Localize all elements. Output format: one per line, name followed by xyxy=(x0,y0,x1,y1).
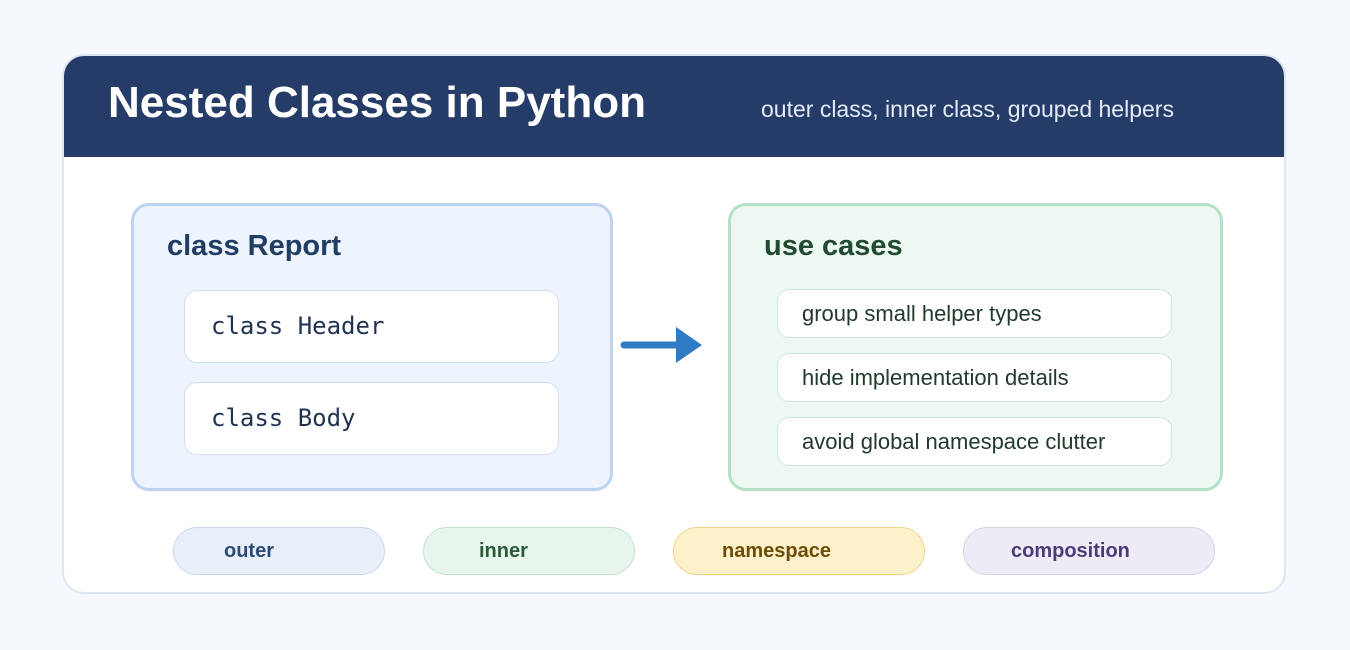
use-case-item: group small helper types xyxy=(777,289,1172,338)
use-cases-panel: use cases group small helper types hide … xyxy=(728,203,1223,491)
use-cases-title: use cases xyxy=(764,230,903,262)
page-title: Nested Classes in Python xyxy=(108,78,646,127)
tag-composition: composition xyxy=(963,527,1215,575)
header-banner: Nested Classes in Python outer class, in… xyxy=(64,56,1284,157)
page-subtitle: outer class, inner class, grouped helper… xyxy=(761,96,1174,122)
tag-outer: outer xyxy=(173,527,385,575)
outer-class-panel: class Report class Header class Body xyxy=(131,203,613,491)
tag-inner: inner xyxy=(423,527,635,575)
inner-class-header: class Header xyxy=(184,290,559,363)
outer-class-title: class Report xyxy=(167,230,342,262)
diagram-card: Nested Classes in Python outer class, in… xyxy=(62,54,1286,594)
inner-class-body: class Body xyxy=(184,382,559,455)
tag-namespace: namespace xyxy=(673,527,925,575)
use-case-item: avoid global namespace clutter xyxy=(777,417,1172,466)
use-case-item: hide implementation details xyxy=(777,353,1172,402)
right-arrow-icon xyxy=(620,327,702,363)
